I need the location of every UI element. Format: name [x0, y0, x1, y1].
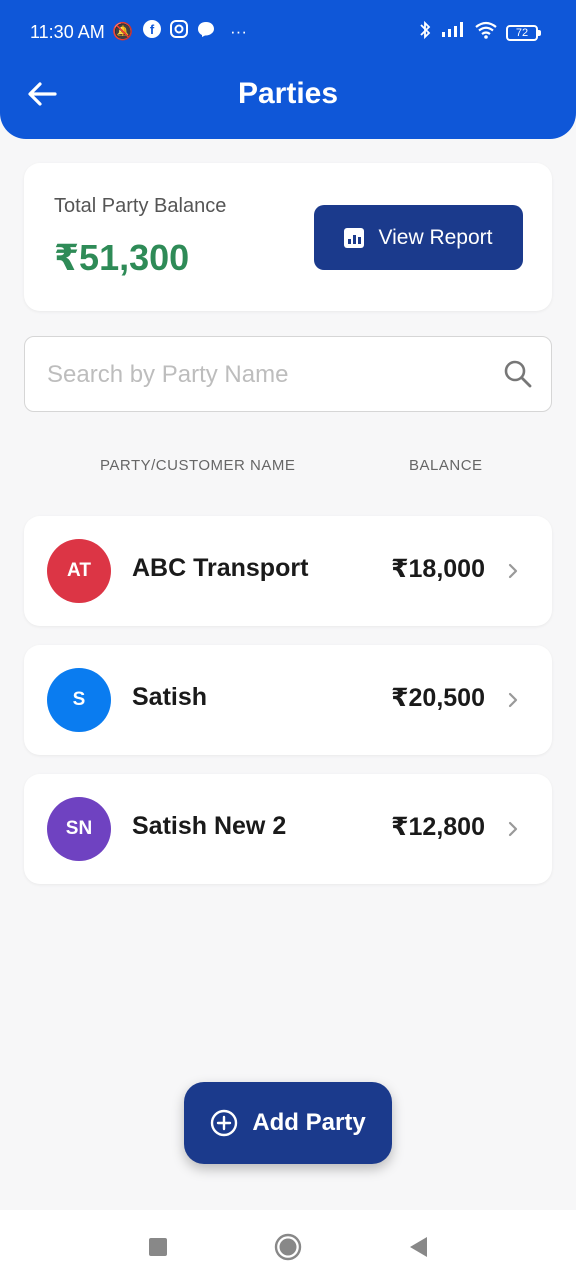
- search-icon[interactable]: [503, 359, 533, 389]
- battery-icon: 72: [506, 25, 541, 41]
- svg-text:f: f: [150, 22, 155, 37]
- report-icon: [344, 227, 365, 248]
- column-header-name: PARTY/CUSTOMER NAME: [100, 457, 296, 474]
- total-balance-value: ₹51,300: [54, 237, 190, 278]
- party-balance: ₹18,000: [391, 555, 485, 583]
- facebook-icon: f: [143, 20, 161, 45]
- home-icon[interactable]: [273, 1232, 303, 1262]
- back-button[interactable]: [22, 74, 62, 114]
- battery-level: 72: [515, 27, 529, 39]
- chevron-right-icon: [508, 563, 518, 579]
- chevron-right-icon: [508, 692, 518, 708]
- party-name: Satish: [132, 683, 208, 711]
- instagram-icon: [170, 20, 188, 45]
- system-nav-bar: [0, 1210, 576, 1280]
- more-icon: ···: [230, 22, 247, 41]
- party-name: ABC Transport: [132, 554, 309, 582]
- back-nav-icon[interactable]: [403, 1232, 433, 1262]
- status-bar: 11:30 AM 🔕 f ··· 72: [0, 0, 576, 68]
- app-header: 11:30 AM 🔕 f ··· 72 Parties: [0, 0, 576, 139]
- party-name: Satish New 2: [132, 812, 287, 840]
- party-balance: ₹20,500: [391, 684, 485, 712]
- recent-apps-icon[interactable]: [143, 1232, 173, 1262]
- bluetooth-icon: [418, 20, 432, 47]
- view-report-button[interactable]: View Report: [314, 205, 523, 270]
- signal-icon: [441, 20, 467, 45]
- party-row-abc-transport[interactable]: AT ABC Transport ₹18,000: [24, 516, 552, 626]
- status-time: 11:30 AM: [30, 22, 105, 42]
- column-header-balance: BALANCE: [409, 457, 483, 474]
- party-row-satish-new-2[interactable]: SN Satish New 2 ₹12,800: [24, 774, 552, 884]
- messenger-icon: [197, 20, 215, 45]
- page-title: Parties: [237, 77, 339, 110]
- avatar: SN: [47, 797, 111, 861]
- arrow-left-icon: [28, 82, 57, 106]
- balance-summary-card: Total Party Balance ₹51,300 View Report: [24, 163, 552, 311]
- party-row-satish[interactable]: S Satish ₹20,500: [24, 645, 552, 755]
- avatar: S: [47, 668, 111, 732]
- total-balance-label: Total Party Balance: [54, 195, 227, 217]
- party-balance: ₹12,800: [391, 813, 485, 841]
- plus-circle-icon: [211, 1109, 238, 1137]
- view-report-label: View Report: [378, 225, 493, 249]
- mute-icon: 🔕: [112, 22, 134, 41]
- wifi-icon: [474, 20, 498, 47]
- chevron-right-icon: [508, 821, 518, 837]
- search-input[interactable]: [47, 355, 487, 395]
- search-box: [24, 336, 552, 412]
- add-party-label: Add Party: [252, 1109, 366, 1136]
- avatar: AT: [47, 539, 111, 603]
- add-party-button[interactable]: Add Party: [184, 1082, 392, 1164]
